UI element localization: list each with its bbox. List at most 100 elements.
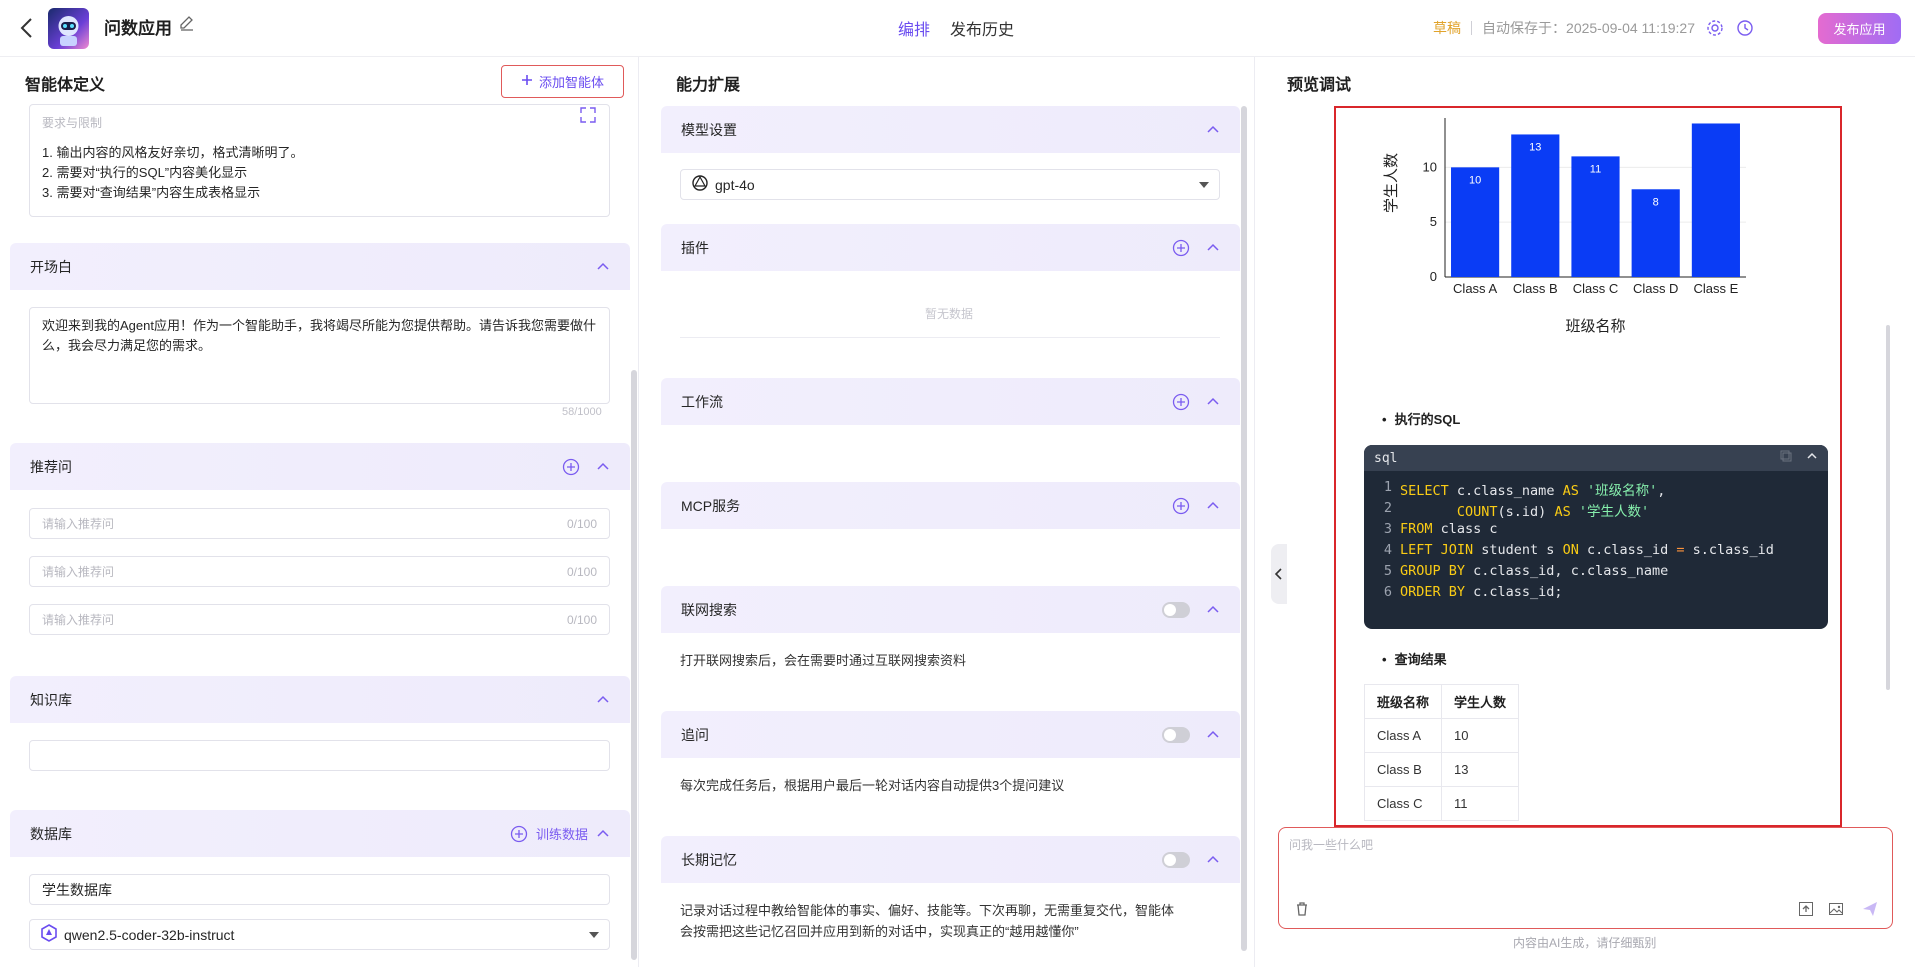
middle-scrollbar[interactable] [1241,106,1247,951]
top-bar: 问数应用 编排 发布历史 草稿 自动保存于：2025-09-04 11:19:2… [0,0,1915,57]
y-tick-label: 10 [1423,159,1437,174]
add-circle-icon[interactable] [562,458,580,476]
y-axis-label: 学生人数 [1382,153,1400,213]
chat-input-box[interactable]: 问我一些什么吧 [1278,827,1893,929]
plus-icon [521,74,533,89]
tab-arrange[interactable]: 编排 [898,16,930,40]
suggested-question-input[interactable]: 请输入推荐问 0/100 [29,604,610,635]
train-data-link[interactable]: 训练数据 [536,824,588,843]
followup-toggle[interactable] [1162,726,1190,743]
requirement-line: 3. 需要对“查询结果”内容生成表格显示 [42,185,261,200]
database-title: 数据库 [30,825,72,842]
preview-scrollbar[interactable] [1886,325,1890,690]
publish-app-button[interactable]: 发布应用 [1818,13,1901,44]
memory-desc-line: 记录对话过程中教给智能体的事实、偏好、技能等。下次再聊，无需重复交代，智能体 [680,903,1175,918]
add-circle-icon[interactable] [1172,497,1190,515]
chevron-up-icon[interactable] [1206,728,1220,742]
memory-desc-line: 会按需把这些记忆召回并应用到新的对话中，实现真正的“越用越懂你” [680,924,1079,939]
add-agent-button[interactable]: 添加智能体 [501,65,624,98]
column-divider [638,57,639,967]
web-search-desc: 打开联网搜索后，会在需要时通过互联网搜索资料 [680,653,967,668]
opening-title: 开场白 [30,258,72,275]
memory-toggle[interactable] [1162,851,1190,868]
chevron-up-icon[interactable] [596,827,610,841]
opening-section-header[interactable]: 开场白 [10,243,630,290]
add-circle-icon[interactable] [510,825,528,843]
opening-textarea[interactable]: 欢迎来到我的Agent应用！作为一个智能助手，我将竭尽所能为您提供帮助。请告诉我… [29,307,610,404]
llm-model-value: gpt-4o [715,176,755,193]
plugins-divider [680,337,1220,338]
x-tick-label: Class B [1513,281,1558,296]
requirements-textarea[interactable]: 要求与限制 1. 输出内容的风格友好亲切，格式清晰明了。 2. 需要对“执行的S… [29,104,610,217]
chevron-up-icon[interactable] [1206,499,1220,513]
llm-model-select[interactable]: gpt-4o [680,169,1220,200]
left-scrollbar[interactable] [631,370,637,960]
copy-icon[interactable] [1780,450,1792,466]
chevron-up-icon[interactable] [596,260,610,274]
suggested-title: 推荐问 [30,458,72,475]
chevron-left-icon [1274,568,1282,580]
database-model-select[interactable]: qwen2.5-coder-32b-instruct [29,919,610,950]
back-arrow-icon[interactable] [16,14,40,42]
chevron-up-icon[interactable] [1206,853,1220,867]
code-line: 3 FROM class c [1383,521,1498,537]
x-axis-label: 班级名称 [1565,317,1625,335]
chevron-up-icon[interactable] [1206,123,1220,137]
memory-header[interactable]: 长期记忆 [661,836,1240,883]
input-placeholder: 请输入推荐问 [42,565,115,579]
knowledge-section-header[interactable]: 知识库 [10,676,630,723]
expand-icon[interactable] [579,106,597,127]
sql-bullet: 执行的SQL [1382,409,1461,428]
upload-image-icon[interactable] [1828,901,1844,920]
send-icon[interactable] [1861,900,1879,921]
collapse-panel-button[interactable] [1271,544,1287,604]
table-row: Class C 11 [1363,786,1520,821]
requirements-placeholder: 要求与限制 [42,116,103,130]
workflow-title: 工作流 [681,393,723,410]
web-search-header[interactable]: 联网搜索 [661,586,1240,633]
mcp-title: MCP服务 [681,497,741,514]
database-section-header[interactable]: 数据库 训练数据 [10,810,630,857]
plugins-title: 插件 [681,239,709,256]
plugins-header[interactable]: 插件 [661,224,1240,271]
add-circle-icon[interactable] [1172,239,1190,257]
chevron-up-icon[interactable] [1206,603,1220,617]
settings-gear-icon[interactable] [1705,18,1725,38]
requirement-line: 1. 输出内容的风格友好亲切，格式清晰明了。 [42,145,304,160]
chevron-up-icon[interactable] [596,693,610,707]
table-row: Class A 10 [1363,718,1520,753]
autosave-text: 自动保存于：2025-09-04 11:19:27 [1482,20,1695,36]
add-circle-icon[interactable] [1172,393,1190,411]
followup-desc: 每次完成任务后，根据用户最后一轮对话内容自动提供3个提问建议 [680,778,1065,793]
code-body: 1 SELECT c.class_name AS '班级名称', 2 COUNT(… [1364,471,1828,605]
knowledge-base-select[interactable] [29,740,610,771]
suggested-question-input[interactable]: 请输入推荐问 0/100 [29,508,610,539]
history-clock-icon[interactable] [1735,18,1755,38]
x-tick-label: Class C [1573,281,1619,296]
code-line: 6 ORDER BY c.class_id; [1383,584,1563,600]
web-search-title: 联网搜索 [681,601,737,618]
code-line: 1 SELECT c.class_name AS '班级名称', [1383,479,1666,499]
web-search-toggle[interactable] [1162,601,1190,618]
database-name-field[interactable]: 学生数据库 [29,874,610,905]
app-name: 问数应用 [104,19,172,38]
suggested-section-header[interactable]: 推荐问 [10,443,630,490]
model-settings-header[interactable]: 模型设置 [661,106,1240,153]
y-tick-label: 5 [1430,214,1437,229]
table-cell: Class B [1363,752,1443,787]
bar-data-label: 11 [1590,163,1601,175]
followup-header[interactable]: 追问 [661,711,1240,758]
trash-icon[interactable] [1294,901,1310,920]
workflow-header[interactable]: 工作流 [661,378,1240,425]
qwen-logo-icon [40,924,58,945]
suggested-question-input[interactable]: 请输入推荐问 0/100 [29,556,610,587]
upload-file-icon[interactable] [1798,901,1814,920]
chevron-up-icon[interactable] [596,460,610,474]
tab-publish-history[interactable]: 发布历史 [950,16,1014,40]
edit-pencil-icon[interactable] [178,14,196,32]
chevron-up-icon[interactable] [1206,395,1220,409]
collapse-code-icon[interactable] [1806,450,1818,466]
memory-title: 长期记忆 [681,851,737,868]
chevron-up-icon[interactable] [1206,241,1220,255]
mcp-header[interactable]: MCP服务 [661,482,1240,529]
